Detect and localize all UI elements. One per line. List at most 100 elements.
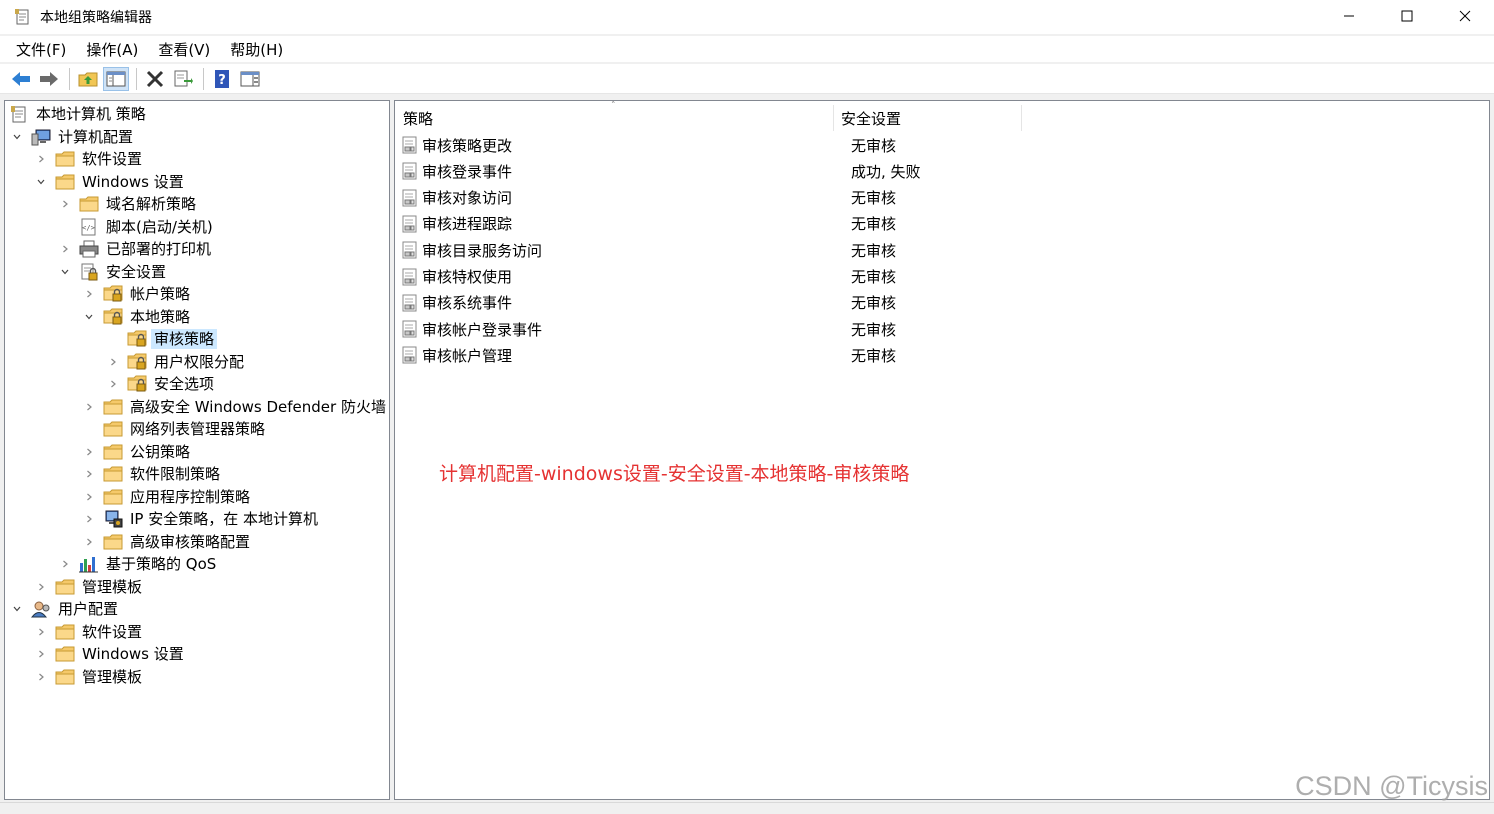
tree-item[interactable]: 本地策略: [81, 306, 193, 328]
tree-item[interactable]: 安全设置: [57, 261, 169, 283]
console-tree[interactable]: 本地计算机 策略 计算机配置 软件设置 Windows 设置 域名解析策略 </> 脚本(启…: [4, 100, 390, 800]
column-header-policy[interactable]: 策略: [395, 105, 833, 131]
tree-item[interactable]: 高级审核策略配置: [81, 531, 253, 553]
toolbar-separator: [69, 67, 70, 90]
tree-item[interactable]: 用户权限分配: [105, 351, 247, 373]
tree-item[interactable]: Windows 设置: [33, 171, 187, 193]
chevron-right-icon[interactable]: [81, 534, 97, 550]
tree-item[interactable]: 管理模板: [33, 576, 145, 598]
list-item[interactable]: 审核对象访问 无审核: [401, 186, 896, 210]
tree-item[interactable]: 本地计算机 策略: [9, 103, 149, 125]
chevron-down-icon[interactable]: [9, 601, 25, 617]
chevron-right-icon[interactable]: [33, 646, 49, 662]
forward-button[interactable]: [36, 67, 62, 91]
tree-item[interactable]: 软件设置: [33, 621, 145, 643]
policy-name: 审核登录事件: [422, 162, 513, 181]
folder-icon: [55, 623, 75, 641]
tree-item-label: 脚本(启动/关机): [106, 217, 213, 236]
lock-folder-icon: [103, 308, 123, 326]
lock-folder-icon: [127, 375, 147, 393]
chevron-right-icon[interactable]: [33, 579, 49, 595]
tree-item[interactable]: 网络列表管理器策略: [81, 418, 268, 440]
tree-item[interactable]: 公钥策略: [81, 441, 193, 463]
list-item[interactable]: 审核进程跟踪 无审核: [401, 212, 896, 236]
back-button[interactable]: [8, 67, 34, 91]
tree-item[interactable]: 基于策略的 QoS: [57, 553, 219, 575]
policy-setting-icon: [401, 320, 419, 338]
chevron-down-icon[interactable]: [33, 174, 49, 190]
list-item[interactable]: 审核特权使用 无审核: [401, 265, 896, 289]
chevron-right-icon[interactable]: [81, 399, 97, 415]
export-list-button[interactable]: [170, 67, 196, 91]
tree-item[interactable]: 安全选项: [105, 373, 217, 395]
chevron-right-icon[interactable]: [105, 376, 121, 392]
tree-item[interactable]: IP 安全策略，在 本地计算机: [81, 508, 321, 530]
menu-view[interactable]: 查看(V): [148, 39, 220, 60]
list-item[interactable]: 审核目录服务访问 无审核: [401, 238, 896, 262]
tree-item[interactable]: 审核策略: [105, 328, 218, 350]
chevron-down-icon[interactable]: [9, 129, 25, 145]
policy-name: 审核进程跟踪: [422, 215, 513, 234]
maximize-button[interactable]: [1378, 0, 1436, 32]
chevron-down-icon[interactable]: [81, 309, 97, 325]
chevron-right-icon[interactable]: [33, 669, 49, 685]
close-icon: [1459, 10, 1471, 22]
tree-item-label: 应用程序控制策略: [130, 487, 251, 506]
tree-item[interactable]: 应用程序控制策略: [81, 486, 253, 508]
chevron-right-icon[interactable]: [81, 489, 97, 505]
tree-item[interactable]: Windows 设置: [33, 643, 187, 665]
minimize-button[interactable]: [1320, 0, 1378, 32]
chevron-right-icon[interactable]: [57, 196, 73, 212]
chevron-right-icon[interactable]: [81, 286, 97, 302]
tree-item[interactable]: 软件设置: [33, 148, 145, 170]
list-item[interactable]: 审核帐户登录事件 无审核: [401, 317, 896, 341]
tree-item[interactable]: 高级安全 Windows Defender 防火墙: [81, 396, 389, 418]
tree-item-label: 安全设置: [106, 262, 167, 281]
tree-item-label: 软件限制策略: [130, 465, 221, 483]
security-setting-value: 无审核: [851, 189, 897, 208]
tree-item[interactable]: 软件限制策略: [81, 463, 223, 485]
folder-icon: [55, 150, 75, 168]
close-button[interactable]: [1436, 0, 1494, 32]
list-item[interactable]: 审核帐户管理 无审核: [401, 343, 896, 367]
tree-item-label: 软件设置: [82, 150, 143, 168]
title-bar: 本地组策略编辑器: [0, 0, 1494, 34]
help-button[interactable]: ?: [209, 67, 235, 91]
chevron-right-icon[interactable]: [81, 511, 97, 527]
chevron-right-icon[interactable]: [57, 241, 73, 257]
tree-item[interactable]: 域名解析策略: [57, 193, 199, 215]
tree-item[interactable]: 帐户策略: [81, 283, 193, 305]
list-item[interactable]: 审核策略更改 无审核: [401, 133, 896, 157]
chevron-right-icon[interactable]: [57, 556, 73, 572]
column-divider[interactable]: [1021, 105, 1022, 131]
tree-item-label: 用户配置: [58, 600, 119, 618]
tree-item-label: 安全选项: [154, 375, 215, 393]
delete-button[interactable]: [142, 67, 168, 91]
tree-item[interactable]: 已部署的打印机: [57, 238, 214, 260]
details-pane[interactable]: ˄ 策略 安全设置 审核策略更改 无审核 审核登录事件 成功, 失败 审核对象访问 无审核…: [394, 100, 1490, 800]
chevron-right-icon[interactable]: [81, 444, 97, 460]
up-level-button[interactable]: [75, 67, 101, 91]
list-item[interactable]: 审核登录事件 成功, 失败: [401, 159, 921, 183]
column-header-security-setting[interactable]: 安全设置: [833, 105, 1021, 131]
chevron-down-icon[interactable]: [57, 264, 73, 280]
svg-text:?: ?: [218, 73, 226, 88]
show-hide-tree-button[interactable]: [103, 66, 129, 91]
chevron-right-icon[interactable]: [105, 354, 121, 370]
menu-help[interactable]: 帮助(H): [220, 39, 293, 60]
tree-item[interactable]: 管理模板: [33, 666, 145, 688]
tree-item[interactable]: </> 脚本(启动/关机): [57, 216, 216, 238]
tree-item[interactable]: 计算机配置: [9, 126, 136, 148]
chevron-right-icon[interactable]: [33, 624, 49, 640]
menu-file[interactable]: 文件(F): [6, 39, 76, 60]
column-header-label: 安全设置: [841, 109, 902, 128]
show-action-pane-button[interactable]: [237, 67, 263, 91]
tree-item[interactable]: 用户配置: [9, 598, 121, 620]
menu-action[interactable]: 操作(A): [76, 39, 148, 60]
policy-name: 审核策略更改: [422, 136, 513, 155]
list-item[interactable]: 审核系统事件 无审核: [401, 291, 896, 315]
policy-editor-icon: [14, 8, 32, 26]
chevron-right-icon[interactable]: [33, 151, 49, 167]
chevron-right-icon[interactable]: [81, 466, 97, 482]
